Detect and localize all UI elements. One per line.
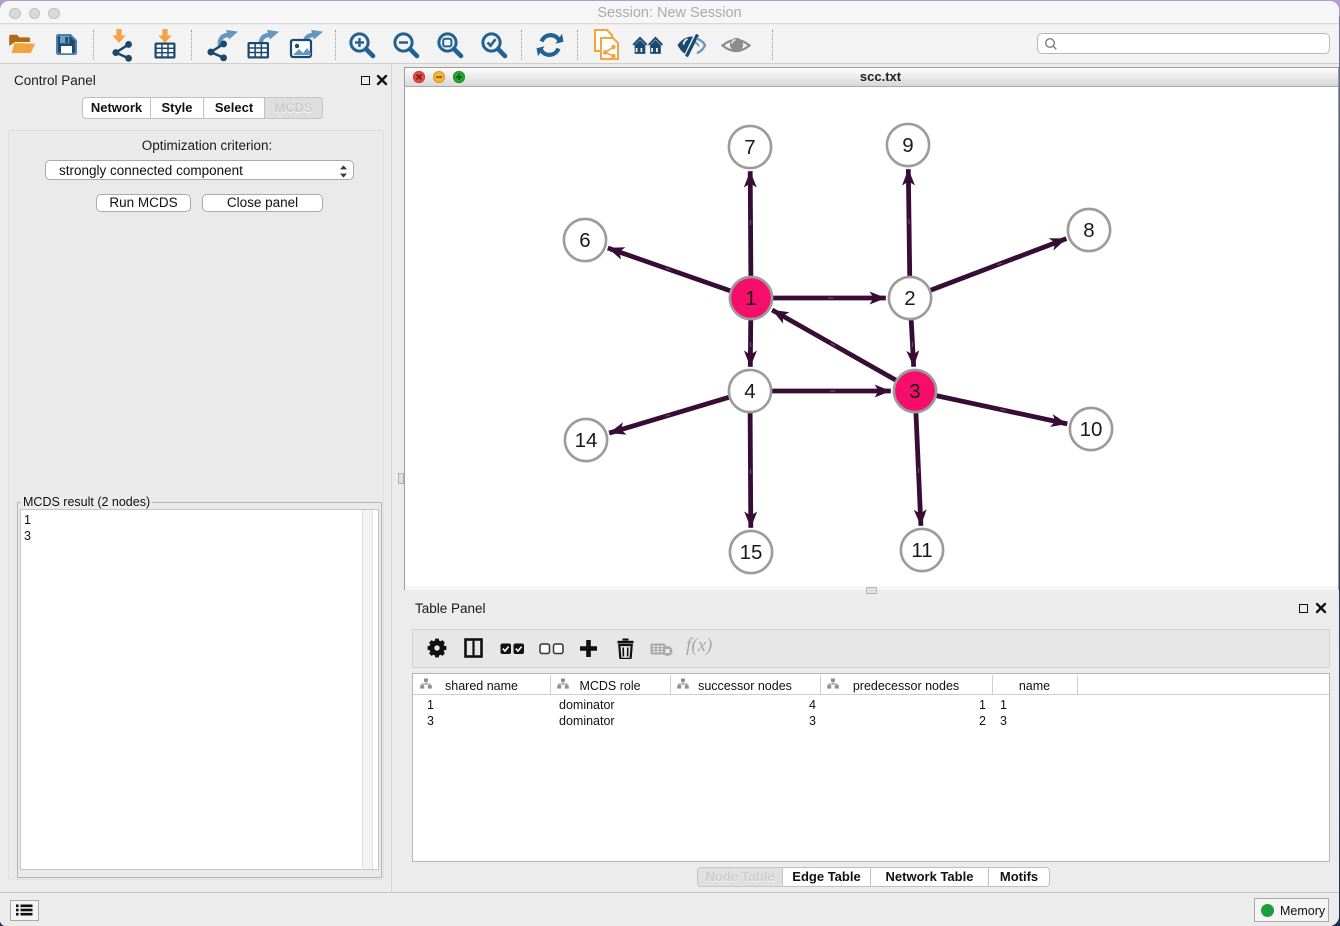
svg-text:15: 15 [740,541,763,564]
svg-text:9: 9 [902,134,913,157]
svg-text:11: 11 [911,539,932,562]
svg-text:10: 10 [1080,418,1103,441]
svg-text:14: 14 [575,429,598,452]
svg-text:4: 4 [744,380,755,403]
svg-text:6: 6 [579,229,590,252]
svg-text:2: 2 [904,287,915,310]
svg-text:8: 8 [1083,219,1094,242]
svg-text:1: 1 [745,287,756,310]
svg-text:3: 3 [909,380,920,403]
svg-text:7: 7 [744,136,755,159]
